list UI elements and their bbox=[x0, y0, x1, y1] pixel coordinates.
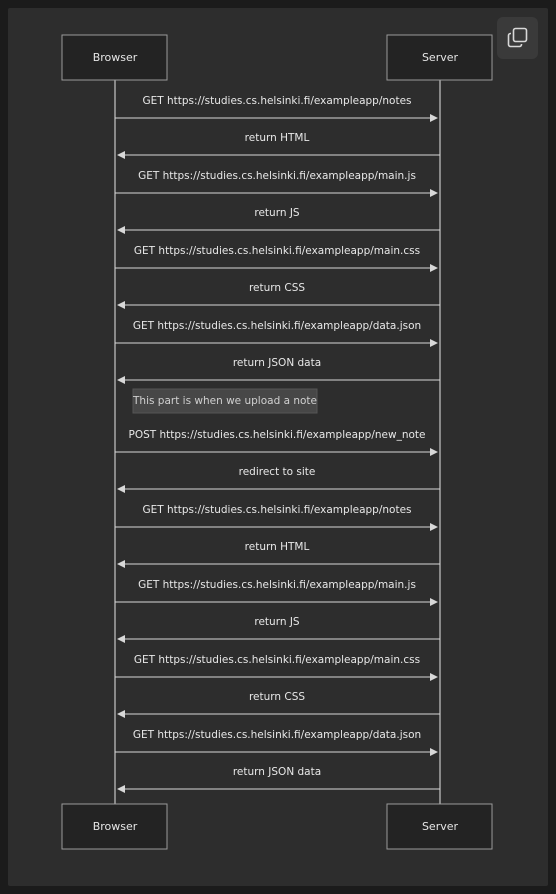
message-label: return JS bbox=[254, 207, 300, 219]
messages: GET https://studies.cs.helsinki.fi/examp… bbox=[115, 95, 440, 793]
actor-label: Server bbox=[422, 51, 459, 64]
message: redirect to site bbox=[117, 466, 440, 493]
message: return CSS bbox=[117, 282, 440, 309]
message: POST https://studies.cs.helsinki.fi/exam… bbox=[115, 429, 438, 456]
message-label: return JSON data bbox=[233, 357, 321, 369]
note: This part is when we upload a note bbox=[132, 388, 318, 414]
message: return JSON data bbox=[117, 766, 440, 793]
message-label: return JSON data bbox=[233, 766, 321, 778]
message-label: POST https://studies.cs.helsinki.fi/exam… bbox=[129, 429, 426, 441]
message: return CSS bbox=[117, 691, 440, 718]
message-label: GET https://studies.cs.helsinki.fi/examp… bbox=[133, 320, 421, 332]
actor-label: Browser bbox=[93, 820, 138, 833]
message-label: GET https://studies.cs.helsinki.fi/examp… bbox=[134, 245, 420, 257]
message: return JS bbox=[117, 616, 440, 643]
message: return HTML bbox=[117, 132, 440, 159]
message: GET https://studies.cs.helsinki.fi/examp… bbox=[115, 95, 438, 122]
message-label: return HTML bbox=[245, 541, 310, 553]
message: GET https://studies.cs.helsinki.fi/examp… bbox=[115, 245, 438, 272]
message-label: return HTML bbox=[245, 132, 310, 144]
actor-server-top: Server bbox=[386, 34, 493, 81]
message: GET https://studies.cs.helsinki.fi/examp… bbox=[115, 579, 438, 606]
message-label: GET https://studies.cs.helsinki.fi/examp… bbox=[142, 95, 411, 107]
copy-icon bbox=[507, 27, 528, 48]
message: return HTML bbox=[117, 541, 440, 568]
message-label: return CSS bbox=[249, 691, 305, 703]
copy-button[interactable] bbox=[497, 17, 538, 59]
sequence-diagram: Browser Server Browser Server This part … bbox=[61, 34, 493, 850]
actor-server-bottom: Server bbox=[386, 803, 493, 850]
actor-browser-bottom: Browser bbox=[61, 803, 168, 850]
actor-browser-top: Browser bbox=[61, 34, 168, 81]
message: return JS bbox=[117, 207, 440, 234]
message-label: redirect to site bbox=[239, 466, 316, 478]
message: GET https://studies.cs.helsinki.fi/examp… bbox=[115, 320, 438, 347]
message: GET https://studies.cs.helsinki.fi/examp… bbox=[115, 170, 438, 197]
message-label: GET https://studies.cs.helsinki.fi/examp… bbox=[142, 504, 411, 516]
message: GET https://studies.cs.helsinki.fi/examp… bbox=[115, 654, 438, 681]
actor-label: Browser bbox=[93, 51, 138, 64]
message: GET https://studies.cs.helsinki.fi/examp… bbox=[115, 729, 438, 756]
message-label: GET https://studies.cs.helsinki.fi/examp… bbox=[133, 729, 421, 741]
actor-label: Server bbox=[422, 820, 459, 833]
message-label: return CSS bbox=[249, 282, 305, 294]
message-label: GET https://studies.cs.helsinki.fi/examp… bbox=[138, 579, 416, 591]
message-label: GET https://studies.cs.helsinki.fi/examp… bbox=[134, 654, 420, 666]
message: GET https://studies.cs.helsinki.fi/examp… bbox=[115, 504, 438, 531]
note-text: This part is when we upload a note bbox=[132, 395, 317, 407]
message: return JSON data bbox=[117, 357, 440, 384]
message-label: return JS bbox=[254, 616, 300, 628]
message-label: GET https://studies.cs.helsinki.fi/examp… bbox=[138, 170, 416, 182]
